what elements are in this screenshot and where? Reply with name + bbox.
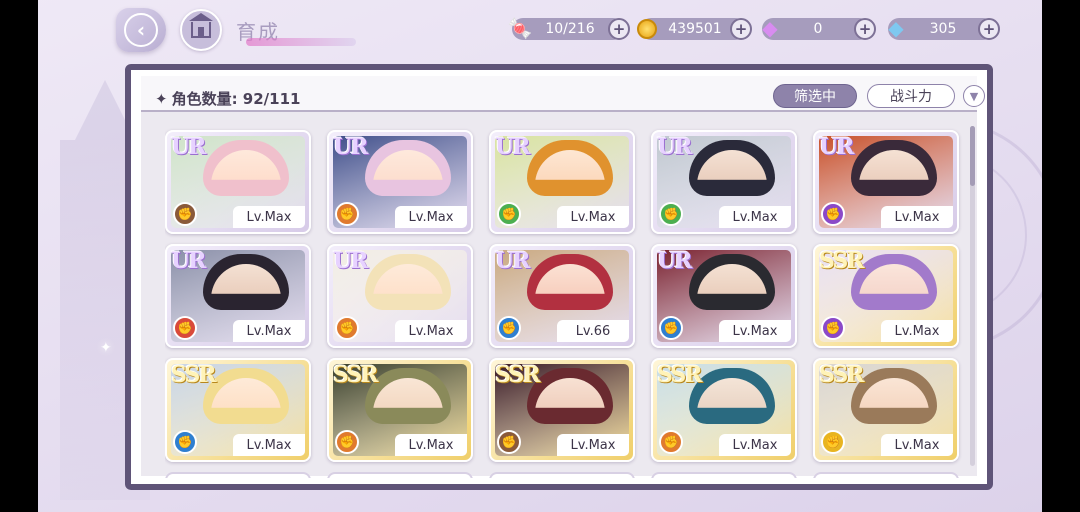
character-card[interactable]: UR ✊ Lv.66 — [489, 244, 635, 348]
character-card[interactable]: UR ✊ Lv.Max — [651, 130, 797, 234]
element-green-icon: ✊ — [497, 202, 521, 226]
card-peek — [651, 472, 797, 478]
rarity-badge: SSR — [819, 248, 865, 274]
level-label: Lv.Max — [881, 434, 953, 456]
rarity-badge: UR — [657, 134, 692, 160]
resource-gold: 439501 + — [637, 18, 752, 40]
level-label: Lv.66 — [557, 320, 629, 342]
element-orange-icon: ✊ — [659, 430, 683, 454]
character-card[interactable]: SSR ✊ Lv.Max — [813, 358, 959, 462]
rarity-badge: UR — [171, 134, 206, 160]
character-count: ✦ 角色数量: 92/111 — [155, 88, 300, 109]
sort-power-button[interactable]: 战斗力 — [867, 84, 955, 108]
level-label: Lv.Max — [395, 434, 467, 456]
level-label: Lv.Max — [233, 434, 305, 456]
character-grid: UR ✊ Lv.Max UR ✊ Lv.Max UR ✊ Lv.Max UR ✊ Lv.Max UR ✊ L… — [165, 126, 965, 478]
resource-pink-diamond: ◆ 0 + — [762, 16, 876, 40]
card-peek — [165, 472, 311, 478]
character-card[interactable]: SSR ✊ Lv.Max — [813, 244, 959, 348]
rarity-badge: UR — [495, 248, 530, 274]
level-label: Lv.Max — [395, 320, 467, 342]
character-card[interactable]: SSR ✊ Lv.Max — [327, 358, 473, 462]
character-card[interactable]: UR ✊ Lv.Max — [813, 130, 959, 234]
scrollbar[interactable] — [970, 126, 975, 466]
character-card[interactable]: UR ✊ Lv.Max — [327, 130, 473, 234]
level-label: Lv.Max — [395, 206, 467, 228]
level-label: Lv.Max — [233, 320, 305, 342]
building-icon — [189, 13, 213, 38]
element-yellow-icon: ✊ — [821, 430, 845, 454]
element-green-icon: ✊ — [659, 202, 683, 226]
character-card[interactable]: UR ✊ Lv.Max — [165, 130, 311, 234]
pink-diamond-icon: ◆ — [762, 16, 778, 40]
character-card[interactable]: UR ✊ Lv.Max — [327, 244, 473, 348]
character-panel: ✦ 角色数量: 92/111 筛选中 战斗力 ▼ UR ✊ Lv.Max UR ✊ Lv.M… — [125, 64, 993, 490]
rarity-badge: UR — [333, 134, 368, 160]
card-peek — [813, 472, 959, 478]
resource-blue-diamond: ◆ 305 + — [888, 16, 1000, 40]
page-title: 育成 — [236, 16, 356, 46]
level-label: Lv.Max — [719, 320, 791, 342]
scrollbar-thumb[interactable] — [970, 126, 975, 186]
element-orange-icon: ✊ — [335, 202, 359, 226]
panel-header: ✦ 角色数量: 92/111 筛选中 战斗力 ▼ — [141, 76, 985, 112]
rarity-badge: SSR — [657, 362, 703, 388]
rarity-badge: UR — [657, 248, 692, 274]
filter-button[interactable]: 筛选中 — [773, 84, 857, 108]
element-orange-icon: ✊ — [335, 430, 359, 454]
rarity-badge: UR — [495, 134, 530, 160]
character-card[interactable]: SSR ✊ Lv.Max — [165, 358, 311, 462]
element-brown-icon: ✊ — [173, 202, 197, 226]
back-arrow-icon: ‹ — [124, 13, 158, 47]
rarity-badge: UR — [333, 248, 368, 274]
character-card[interactable]: UR ✊ Lv.Max — [165, 244, 311, 348]
left-black-bar — [0, 0, 38, 512]
add-candy-button[interactable]: + — [608, 18, 630, 40]
resource-candy: 🍬 10/216 + — [508, 16, 630, 40]
level-label: Lv.Max — [719, 206, 791, 228]
blue-diamond-icon: ◆ — [888, 16, 904, 40]
rarity-badge: UR — [819, 134, 854, 160]
star-icon: ✦ — [155, 90, 168, 108]
element-blue-icon: ✊ — [173, 430, 197, 454]
add-gold-button[interactable]: + — [730, 18, 752, 40]
level-label: Lv.Max — [233, 206, 305, 228]
character-card[interactable]: UR ✊ Lv.Max — [651, 244, 797, 348]
level-label: Lv.Max — [719, 434, 791, 456]
character-card[interactable]: UR ✊ Lv.Max — [489, 130, 635, 234]
chevron-down-icon: ▼ — [969, 89, 979, 103]
sort-order-button[interactable]: ▼ — [963, 85, 985, 107]
element-blue-icon: ✊ — [659, 316, 683, 340]
rarity-badge: SSR — [171, 362, 217, 388]
element-red-icon: ✊ — [173, 316, 197, 340]
character-card[interactable]: SSR ✊ Lv.Max — [489, 358, 635, 462]
level-label: Lv.Max — [881, 206, 953, 228]
element-purple-icon: ✊ — [821, 202, 845, 226]
element-orange-icon: ✊ — [335, 316, 359, 340]
add-pink-diamond-button[interactable]: + — [854, 18, 876, 40]
level-label: Lv.Max — [881, 320, 953, 342]
back-button[interactable]: ‹ — [116, 8, 166, 52]
card-peek — [489, 472, 635, 478]
rarity-badge: UR — [171, 248, 206, 274]
right-black-bar — [1042, 0, 1080, 512]
rarity-badge: SSR — [495, 362, 541, 388]
level-label: Lv.Max — [557, 434, 629, 456]
add-blue-diamond-button[interactable]: + — [978, 18, 1000, 40]
sparkle-icon: ✦ — [100, 340, 112, 356]
character-count-label: 角色数量: 92/111 — [171, 90, 301, 108]
home-button[interactable] — [180, 9, 222, 51]
element-purple-icon: ✊ — [821, 316, 845, 340]
candy-icon: 🍬 — [507, 16, 533, 40]
level-label: Lv.Max — [557, 206, 629, 228]
rarity-badge: SSR — [819, 362, 865, 388]
rarity-badge: SSR — [333, 362, 379, 388]
card-peek — [327, 472, 473, 478]
element-brown-icon: ✊ — [497, 430, 521, 454]
coin-icon — [637, 19, 657, 39]
element-blue-icon: ✊ — [497, 316, 521, 340]
character-card[interactable]: SSR ✊ Lv.Max — [651, 358, 797, 462]
